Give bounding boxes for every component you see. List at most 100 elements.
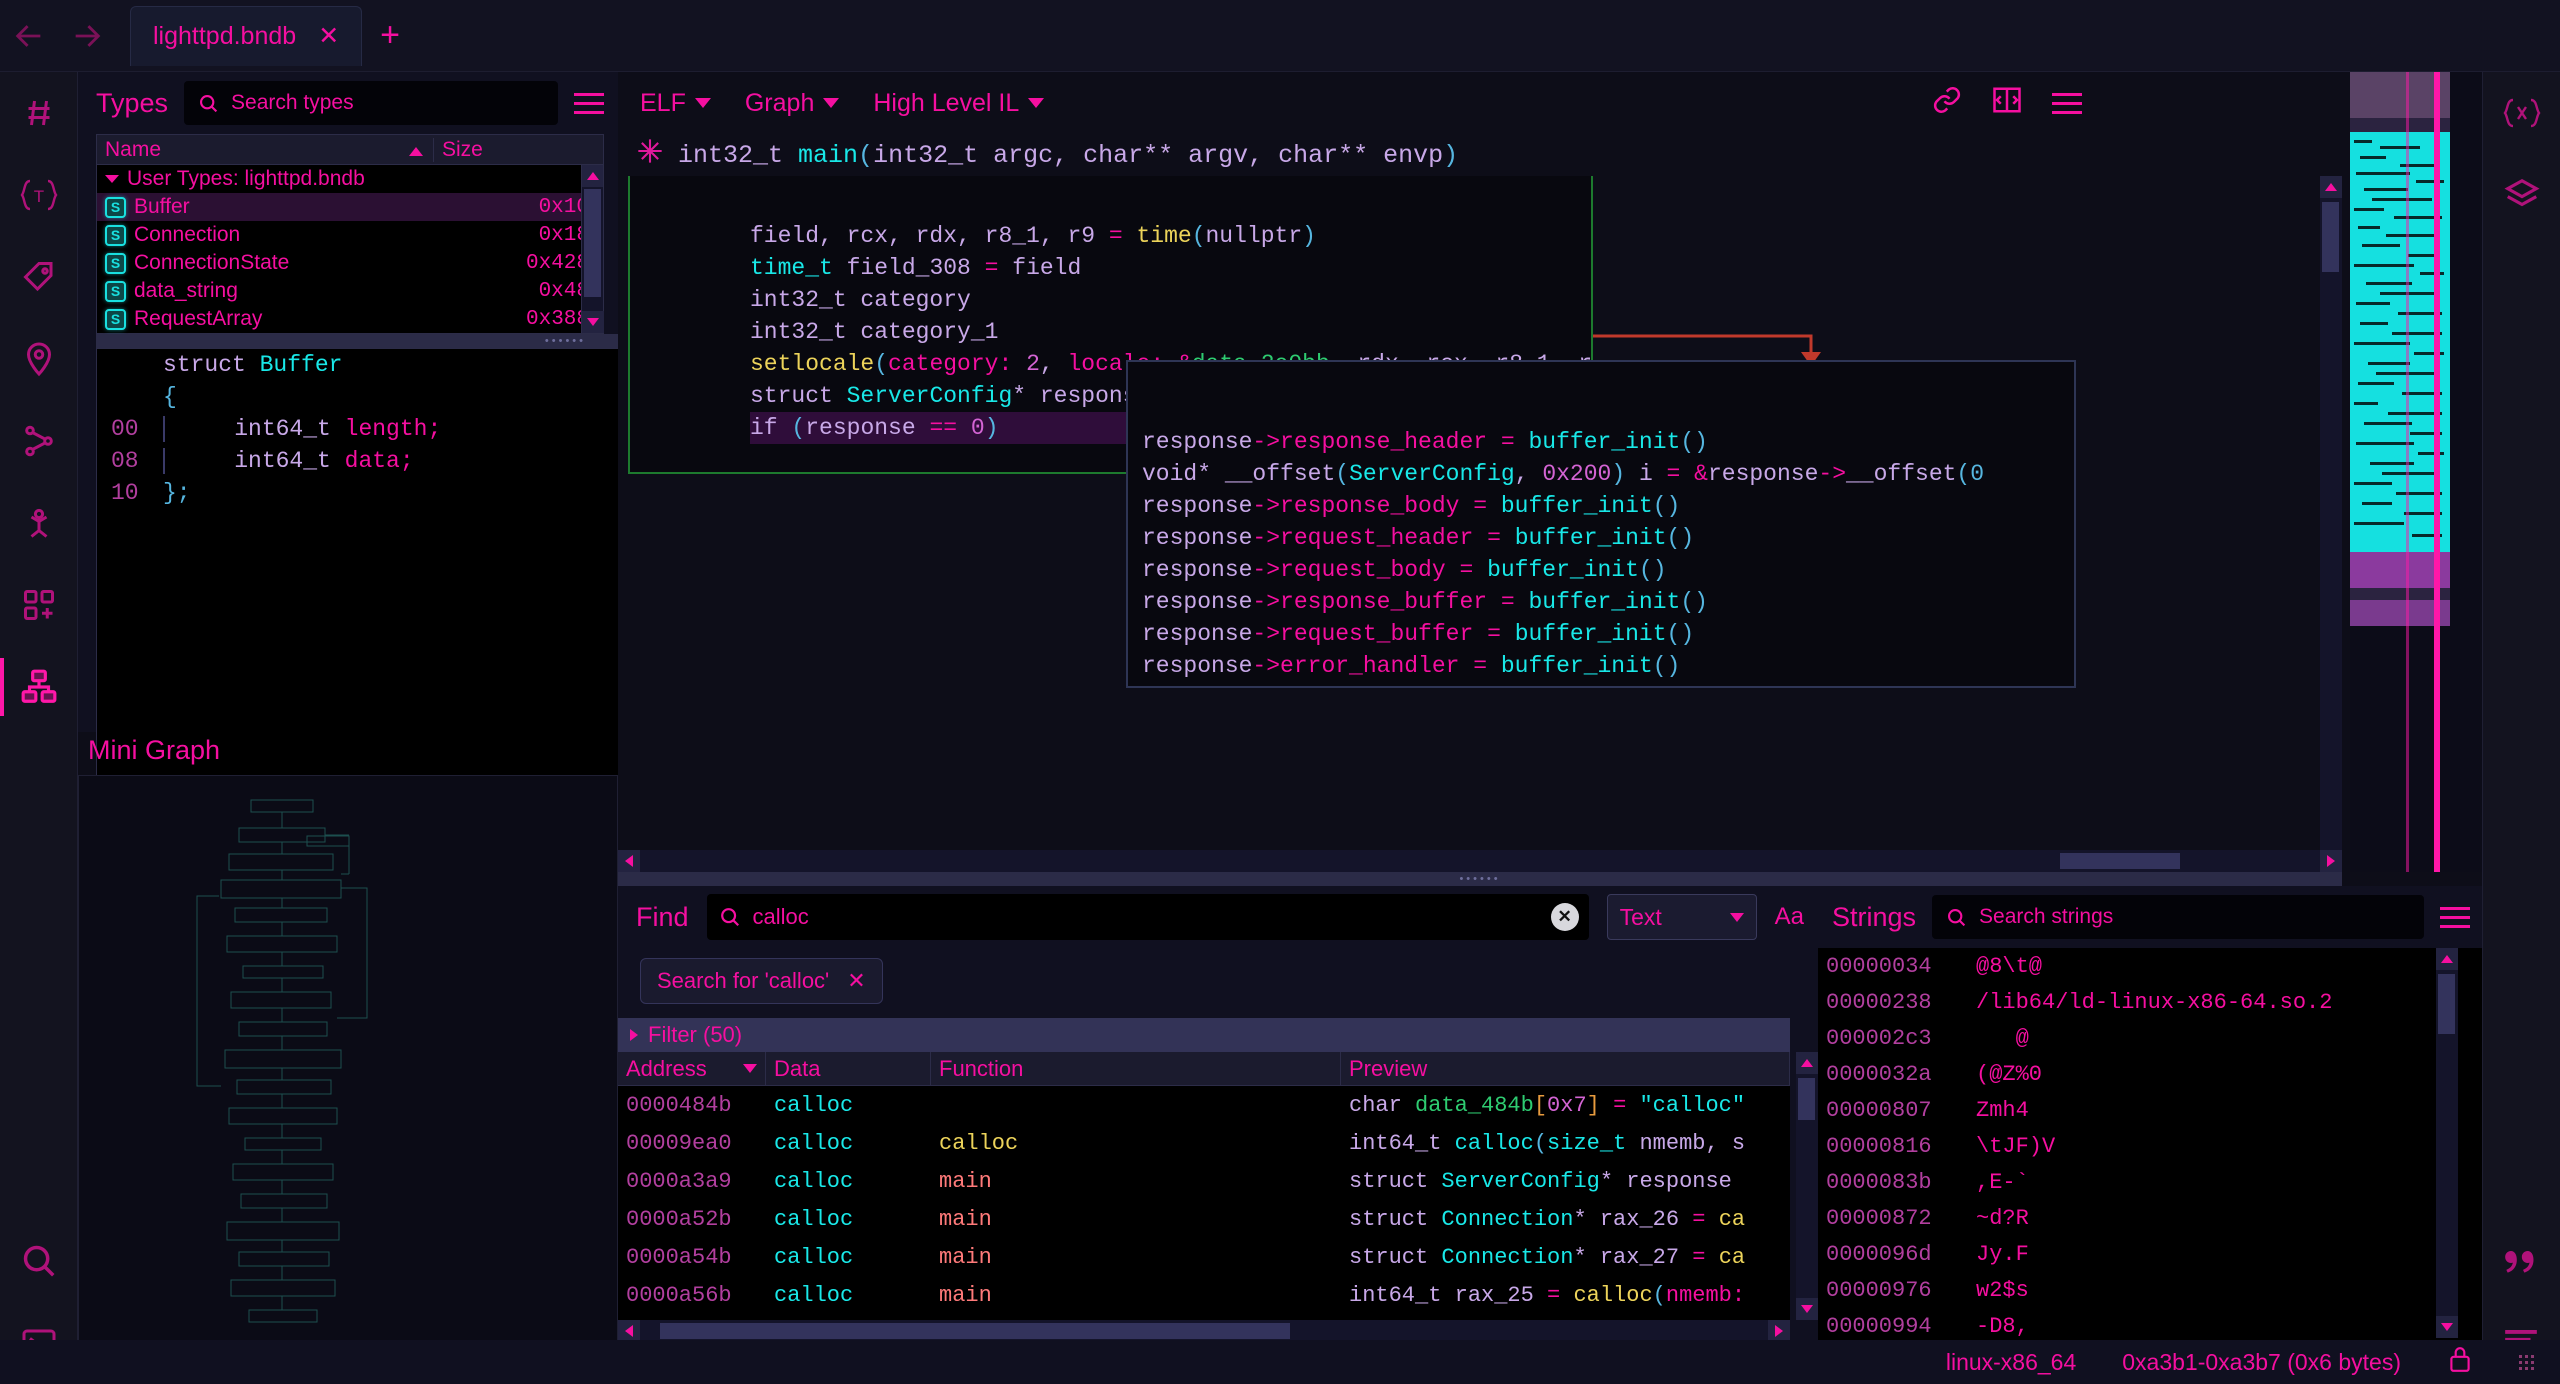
table-row[interactable]: SRequestArray0x388 bbox=[97, 305, 603, 333]
back-button[interactable] bbox=[0, 7, 58, 65]
resize-grip[interactable] bbox=[2519, 1355, 2534, 1370]
scroll-down-icon[interactable] bbox=[2436, 1316, 2458, 1338]
scroll-track[interactable] bbox=[640, 1320, 1768, 1342]
search-chip[interactable]: Search for 'calloc' ✕ bbox=[640, 958, 883, 1004]
scroll-up-icon[interactable] bbox=[582, 165, 603, 187]
components-icon[interactable] bbox=[0, 564, 78, 646]
code-line[interactable]: response->error_handler = buffer_init() bbox=[1142, 650, 2074, 682]
editor-tab[interactable]: lighttpd.bndb ✕ bbox=[130, 6, 362, 66]
editor-menu-icon[interactable] bbox=[2052, 93, 2082, 114]
list-item[interactable]: 000002c3 @ bbox=[1818, 1020, 2482, 1056]
table-row[interactable]: Sdata_string0x48 bbox=[97, 277, 603, 305]
mini-graph-view[interactable] bbox=[78, 775, 618, 1384]
graph-canvas[interactable]: field, rcx, rdx, r8_1, r9 = time(nullptr… bbox=[618, 176, 2342, 872]
list-item[interactable]: 00000816\tJF)V bbox=[1818, 1128, 2482, 1164]
new-tab-button[interactable]: + bbox=[380, 16, 400, 55]
match-type-dropdown[interactable]: Text bbox=[1607, 894, 1757, 940]
link-icon[interactable] bbox=[1932, 85, 1962, 122]
code-line[interactable]: response->response_header = buffer_init(… bbox=[1142, 426, 2074, 458]
scroll-thumb[interactable] bbox=[2438, 974, 2455, 1034]
clear-icon[interactable]: ✕ bbox=[1551, 903, 1579, 931]
scroll-down-icon[interactable] bbox=[582, 311, 604, 333]
types-search-input[interactable]: Search types bbox=[184, 81, 558, 125]
graph-mode-dropdown[interactable]: Graph bbox=[745, 89, 839, 118]
strings-search-input[interactable]: Search strings bbox=[1932, 895, 2424, 939]
binary-minimap[interactable] bbox=[2350, 72, 2482, 872]
brackets-icon[interactable] bbox=[2483, 72, 2560, 154]
table-row[interactable]: SBuffer0x10 bbox=[97, 193, 603, 221]
close-icon[interactable]: ✕ bbox=[847, 968, 865, 994]
list-item[interactable]: 00000976w2$s bbox=[1818, 1272, 2482, 1308]
scroll-thumb[interactable] bbox=[2322, 202, 2339, 272]
table-row[interactable]: SConnectionState0x428 bbox=[97, 249, 603, 277]
scroll-down-icon[interactable] bbox=[1796, 1298, 1818, 1320]
chevron-right-icon[interactable] bbox=[630, 1029, 638, 1041]
table-row[interactable]: 0000484bcallocchar data_484b[0x7] = "cal… bbox=[618, 1086, 1790, 1124]
find-search-input[interactable]: calloc ✕ bbox=[707, 894, 1589, 940]
column-header-data[interactable]: Data bbox=[766, 1052, 931, 1086]
code-line[interactable]: void* __offset(ServerConfig, 0x200) i = … bbox=[1142, 458, 2074, 490]
types-group-row[interactable]: User Types: lighttpd.bndb bbox=[97, 165, 603, 193]
results-vertical-scrollbar[interactable] bbox=[1796, 1052, 1818, 1320]
scroll-thumb[interactable] bbox=[1798, 1078, 1815, 1120]
sitemap-icon[interactable] bbox=[0, 400, 78, 482]
search-icon[interactable] bbox=[0, 1220, 78, 1302]
list-item[interactable]: 00000994-D8, bbox=[1818, 1308, 2482, 1342]
code-line[interactable]: int32_t category bbox=[750, 284, 1591, 316]
scroll-thumb[interactable] bbox=[584, 189, 601, 297]
code-block-init[interactable]: response->response_header = buffer_init(… bbox=[1126, 360, 2076, 688]
scroll-up-icon[interactable] bbox=[1796, 1052, 1818, 1074]
code-line[interactable]: response->response_body = buffer_init() bbox=[1142, 490, 2074, 522]
tag-icon[interactable] bbox=[0, 236, 78, 318]
types-menu-icon[interactable] bbox=[574, 93, 604, 114]
table-row[interactable]: 00009ea0calloccallocint64_t calloc(size_… bbox=[618, 1124, 1790, 1162]
list-item[interactable]: 00000872~d?R bbox=[1818, 1200, 2482, 1236]
column-header-function[interactable]: Function bbox=[931, 1052, 1341, 1086]
bottom-splitter[interactable]: •••••• bbox=[618, 872, 2342, 886]
chevron-down-icon[interactable] bbox=[105, 175, 119, 183]
code-line[interactable]: response->response_buffer = buffer_init(… bbox=[1142, 586, 2074, 618]
scroll-thumb[interactable] bbox=[2060, 853, 2180, 869]
types-splitter[interactable]: •••••• bbox=[96, 334, 626, 348]
editor-horizontal-scrollbar[interactable] bbox=[618, 850, 2342, 872]
quotes-icon[interactable] bbox=[2482, 1220, 2560, 1302]
forward-button[interactable] bbox=[58, 7, 116, 65]
list-item[interactable]: 00000034@8\t@ bbox=[1818, 948, 2482, 984]
list-item[interactable]: 0000032a(@Z%0 bbox=[1818, 1056, 2482, 1092]
layers-icon[interactable] bbox=[2483, 154, 2560, 236]
table-row[interactable]: 0000a54bcallocmainstruct Connection* rax… bbox=[618, 1238, 1790, 1276]
strings-vertical-scrollbar[interactable] bbox=[2436, 948, 2458, 1338]
case-sensitivity-toggle[interactable]: Aa bbox=[1775, 903, 1804, 931]
code-line[interactable]: response->request_buffer = buffer_init() bbox=[1142, 618, 2074, 650]
scroll-left-icon[interactable] bbox=[618, 850, 640, 872]
scroll-up-icon[interactable] bbox=[2320, 176, 2342, 198]
hash-icon[interactable] bbox=[0, 72, 78, 154]
results-horizontal-scrollbar[interactable] bbox=[618, 1320, 1790, 1342]
column-header-size[interactable]: Size bbox=[433, 138, 603, 162]
scroll-right-icon[interactable] bbox=[2320, 850, 2342, 872]
structure-icon[interactable] bbox=[0, 646, 78, 728]
strings-list[interactable]: 00000034@8\t@00000238/lib64/ld-linux-x86… bbox=[1818, 948, 2482, 1342]
table-row[interactable]: 0000a52bcallocmainstruct Connection* rax… bbox=[618, 1200, 1790, 1238]
list-item[interactable]: 00000807Zmh4 bbox=[1818, 1092, 2482, 1128]
code-line[interactable]: field, rcx, rdx, r8_1, r9 = time(nullptr… bbox=[750, 220, 1591, 252]
filter-bar[interactable]: Filter (50) bbox=[618, 1018, 1790, 1052]
list-item[interactable]: 0000096dJy.F bbox=[1818, 1236, 2482, 1272]
close-icon[interactable]: ✕ bbox=[318, 21, 339, 51]
code-line[interactable]: response->request_header = buffer_init() bbox=[1142, 522, 2074, 554]
view-type-dropdown[interactable]: ELF bbox=[640, 89, 711, 118]
table-row[interactable]: SConnection0x18 bbox=[97, 221, 603, 249]
code-line[interactable]: int32_t category_1 bbox=[750, 316, 1591, 348]
split-pane-icon[interactable] bbox=[1992, 86, 2022, 121]
strings-menu-icon[interactable] bbox=[2440, 907, 2470, 928]
code-line[interactable]: response->request_body = buffer_init() bbox=[1142, 554, 2074, 586]
scroll-right-icon[interactable] bbox=[1768, 1320, 1790, 1342]
column-header-name[interactable]: Name bbox=[97, 138, 433, 162]
bug-icon[interactable] bbox=[0, 482, 78, 564]
lock-icon[interactable] bbox=[2447, 1345, 2473, 1379]
scroll-up-icon[interactable] bbox=[2436, 948, 2458, 970]
scroll-left-icon[interactable] bbox=[618, 1320, 640, 1342]
list-item[interactable]: 0000083b,E-` bbox=[1818, 1164, 2482, 1200]
scroll-track[interactable] bbox=[640, 850, 2320, 872]
types-vertical-scrollbar[interactable] bbox=[581, 165, 603, 333]
